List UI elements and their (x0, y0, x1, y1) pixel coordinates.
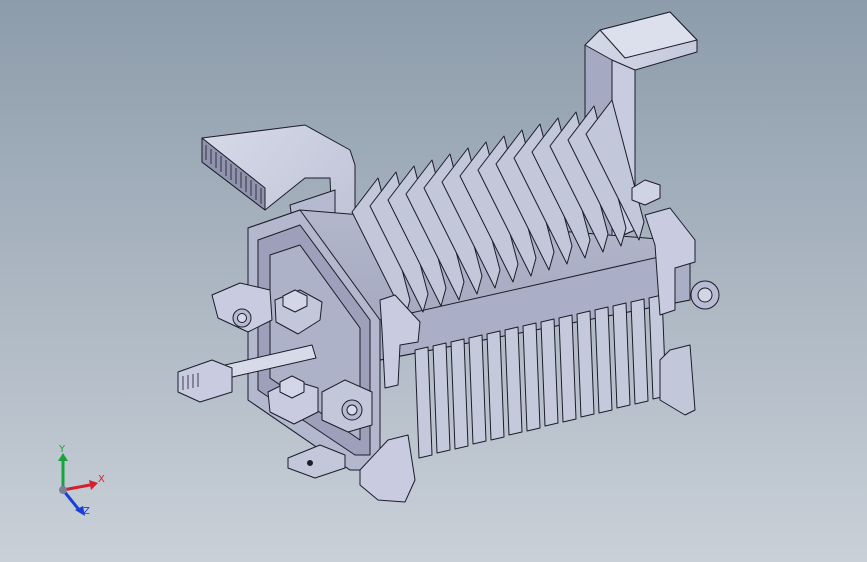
x-axis-arrow (62, 483, 91, 492)
view-orientation-triad: Y X Z (45, 445, 115, 525)
graphics-viewport[interactable]: Y X Z (0, 0, 867, 562)
right-clamp-lower[interactable] (659, 344, 696, 416)
z-axis-arrow (61, 489, 82, 512)
top-right-bolt[interactable] (631, 179, 661, 206)
x-axis-label: X (98, 474, 105, 485)
x-axis-arrowhead (89, 480, 98, 490)
y-axis-label: Y (59, 444, 66, 455)
triad-origin (59, 486, 67, 494)
z-axis-label: Z (83, 506, 90, 517)
cad-model[interactable] (0, 0, 867, 562)
